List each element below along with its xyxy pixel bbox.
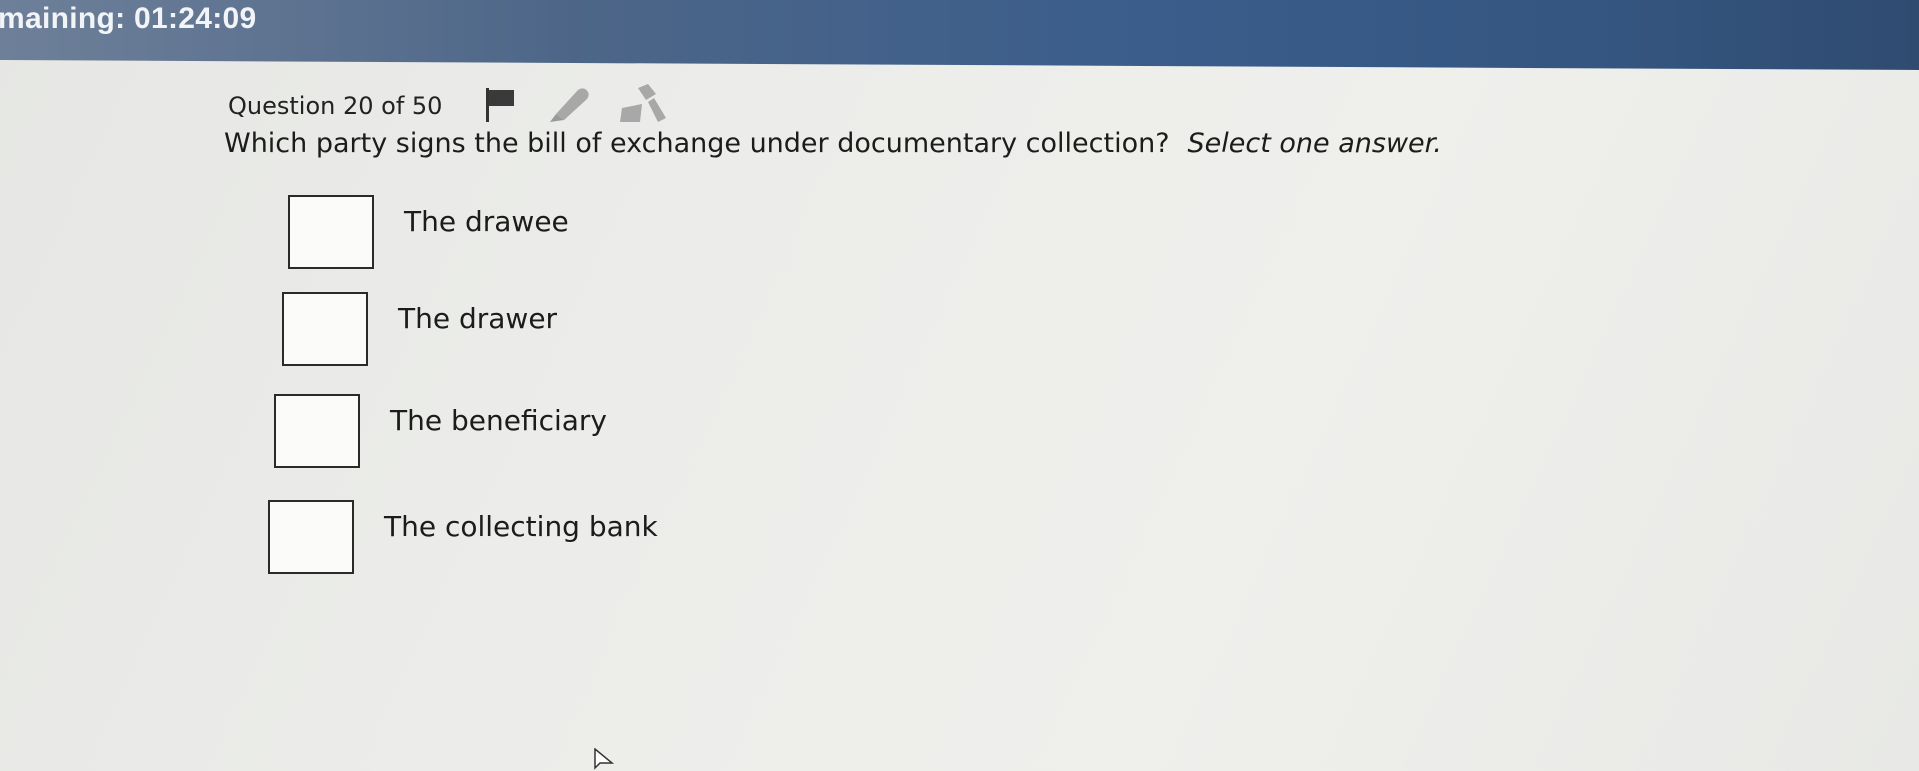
answer-option-1[interactable]: The drawee xyxy=(288,195,569,269)
flag-icon[interactable] xyxy=(480,84,520,128)
question-text: Which party signs the bill of exchange u… xyxy=(224,128,1442,159)
question-header: Question 20 of 50 xyxy=(228,82,670,130)
answer-label: The beneficiary xyxy=(390,404,607,437)
answer-checkbox[interactable] xyxy=(282,292,368,366)
answer-option-2[interactable]: The drawer xyxy=(282,292,557,366)
answer-label: The drawee xyxy=(404,205,569,238)
eraser-icon[interactable] xyxy=(618,82,670,130)
answer-checkbox[interactable] xyxy=(268,500,354,574)
answer-label: The collecting bank xyxy=(384,510,658,543)
question-counter: Question 20 of 50 xyxy=(228,92,443,120)
time-remaining: maining: 01:24:09 xyxy=(0,2,257,35)
answer-checkbox[interactable] xyxy=(274,394,360,468)
answer-label: The drawer xyxy=(398,302,558,335)
mouse-pointer-icon xyxy=(594,747,615,771)
answer-option-4[interactable]: The collecting bank xyxy=(268,500,658,574)
header-band xyxy=(0,0,1919,70)
answer-checkbox[interactable] xyxy=(288,195,374,269)
question-instruction: Select one answer. xyxy=(1187,128,1442,159)
question-stem: Which party signs the bill of exchange u… xyxy=(224,128,1170,159)
answer-option-3[interactable]: The beneficiary xyxy=(274,394,607,468)
highlighter-icon[interactable] xyxy=(544,84,594,128)
